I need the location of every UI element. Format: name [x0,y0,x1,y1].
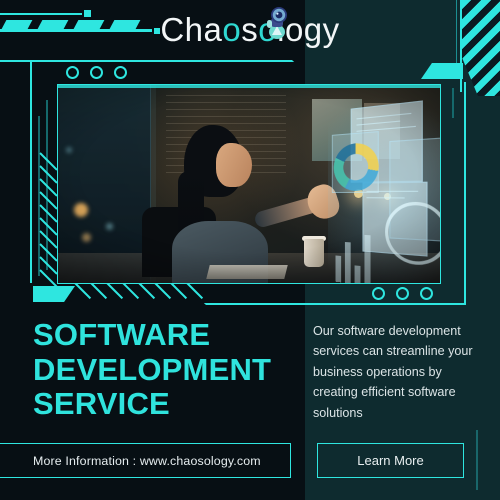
window-dot-icon [396,287,409,300]
learn-more-label: Learn More [357,453,424,468]
window-dot-icon [114,66,127,79]
brand-logo: Chaosology [0,8,500,52]
logo-part-3: s [241,11,259,48]
logo-part-2: o [222,11,242,48]
frame-edge-line-3 [452,88,454,118]
page-title: SOFTWARE DEVELOPMENT SERVICE [33,317,298,422]
window-dot-icon [372,287,385,300]
hero-photo [58,85,440,283]
hero-image [57,84,441,284]
headline-line-1: SOFTWARE [33,317,211,352]
hero-frame [30,60,466,305]
frame-corner-tab-top-right [421,63,463,79]
headline-line-2: DEVELOPMENT [33,351,272,387]
astronaut-robot-icon [267,7,287,39]
more-information-bar[interactable]: More Information : www.chaosology.com [0,443,291,478]
more-information-label: More Information : www.chaosology.com [33,453,261,468]
photo-top-accent-line [58,85,440,88]
window-dots-top-left [66,66,127,79]
learn-more-button[interactable]: Learn More [317,443,464,478]
window-dots-bottom-right [372,287,433,300]
window-dot-icon [66,66,79,79]
photo-vignette [58,85,440,283]
window-dot-icon [420,287,433,300]
promo-poster: Chaosology [0,0,500,500]
window-dot-icon [90,66,103,79]
body-paragraph: Our software development services can st… [313,324,473,420]
logo-part-1: Cha [160,11,223,48]
logo-part-7: gy [303,11,340,48]
deco-right-vertical-line [476,430,478,490]
headline-line-3: SERVICE [33,386,170,422]
